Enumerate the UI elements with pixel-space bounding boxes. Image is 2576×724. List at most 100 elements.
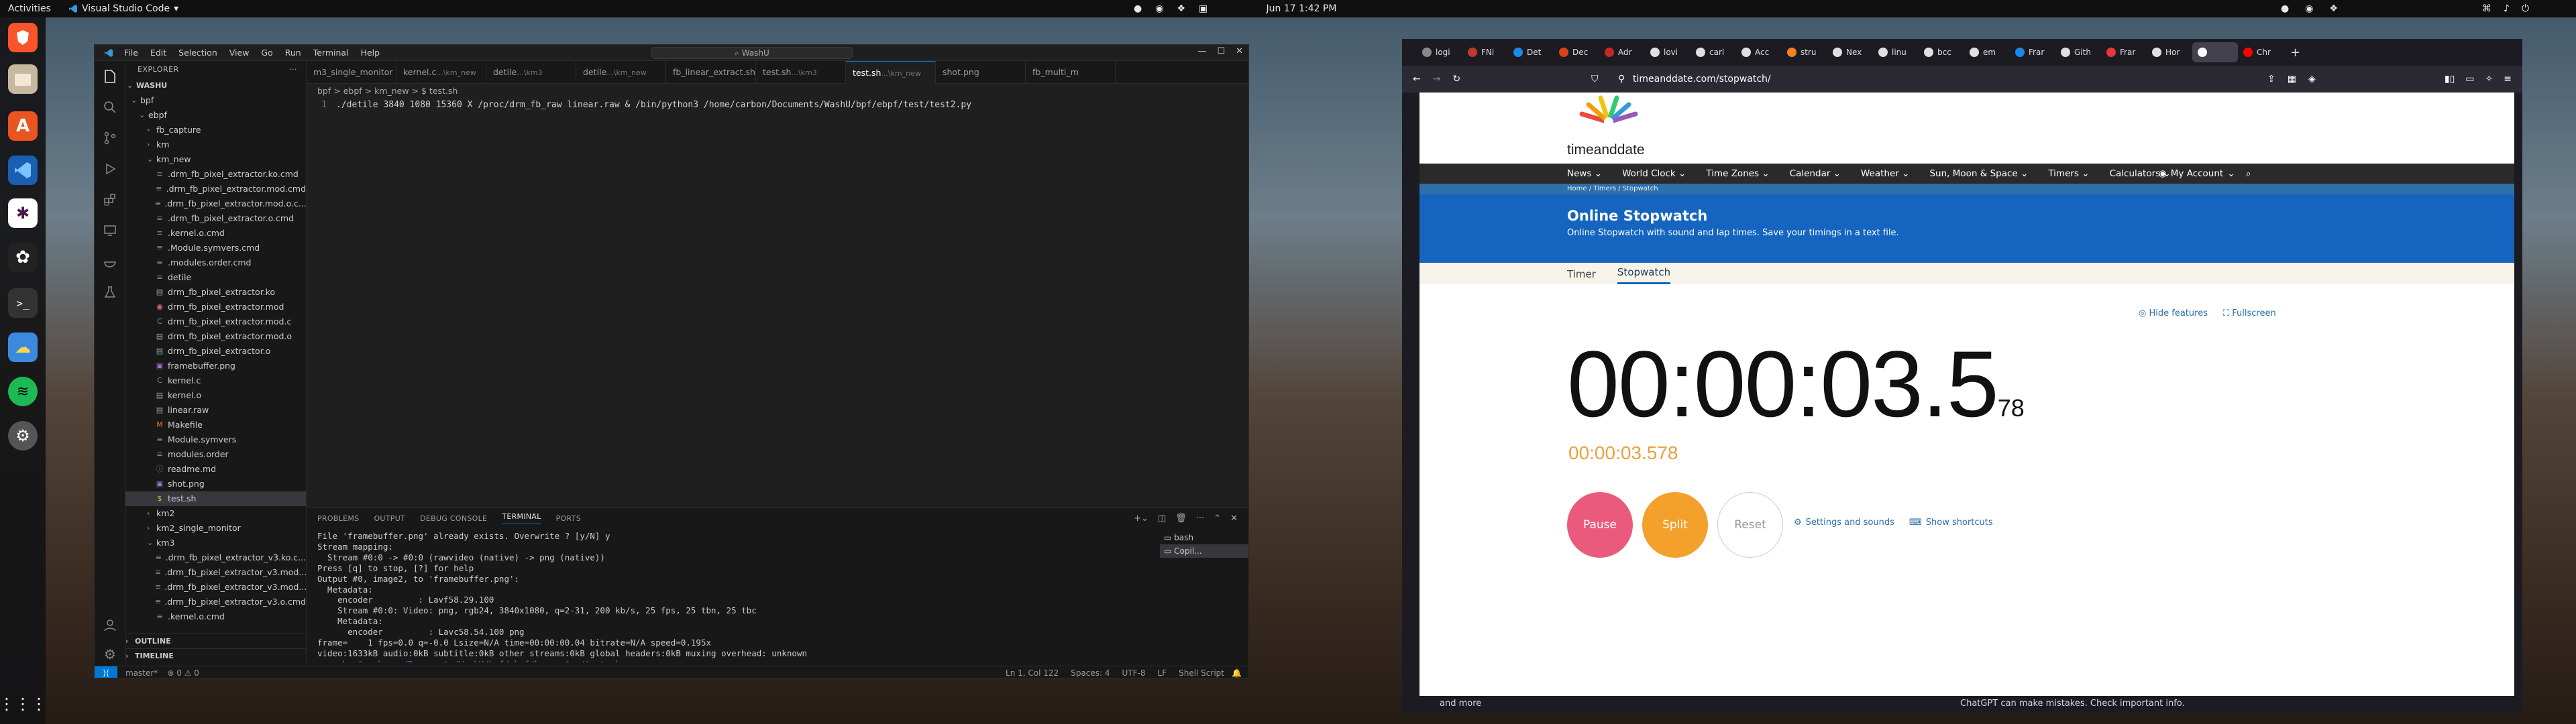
status-item[interactable]: Ln 1, Col 122 (1006, 668, 1059, 678)
file-item[interactable]: ≡ .drm_fb_pixel_extractor.mod.cmd (125, 182, 306, 196)
terminal-instance[interactable]: ▭ Copil... (1160, 544, 1248, 558)
remote-indicator-icon[interactable]: ⟩⟨ (95, 666, 117, 678)
hide-features-link[interactable]: ◎ Hide features (2139, 308, 2208, 318)
extension-icon[interactable]: ▦ (2288, 74, 2296, 84)
weather-icon[interactable]: ☁ (8, 333, 38, 362)
site-info-icon[interactable]: ⚲ (1618, 74, 1625, 84)
folder-item[interactable]: › km2 (125, 506, 306, 521)
browser-tab[interactable]: linu (1873, 42, 1919, 62)
site-nav-item[interactable]: News ⌄ (1567, 168, 1602, 179)
system-menu[interactable]: ⌘ ♪ ⏻ (2482, 3, 2529, 14)
timeanddate-logo[interactable] (1568, 95, 1649, 142)
folder-item[interactable]: ⌄ ebpf (125, 108, 306, 123)
file-item[interactable]: ≡ .drm_fb_pixel_extractor.o.cmd (125, 211, 306, 226)
workspace-root[interactable]: ⌄ WASHU (125, 78, 306, 93)
file-item[interactable]: ≡ .kernel.o.cmd (125, 609, 306, 624)
shield-icon[interactable]: ◉ (2305, 3, 2313, 14)
browser-tab[interactable]: FNi (1462, 42, 1508, 62)
reset-button[interactable]: Reset (1717, 492, 1783, 558)
file-item[interactable]: ≡ .drm_fb_pixel_extractor_v3.mod... (125, 580, 306, 595)
browser-tab[interactable]: carl (1690, 42, 1736, 62)
panel-tab-ports[interactable]: PORTS (556, 514, 581, 523)
site-nav-item[interactable]: Weather ⌄ (1861, 168, 1909, 179)
vscode-dock-icon[interactable] (8, 156, 38, 185)
browser-tab[interactable]: Dec (1554, 42, 1599, 62)
file-item[interactable]: ≡ .drm_fb_pixel_extractor_v3.o.cmd (125, 595, 306, 609)
menu-icon[interactable]: ≡ (2504, 74, 2512, 84)
folder-item[interactable]: › km2_single_monitor (125, 521, 306, 536)
close-panel-icon[interactable]: ✕ (1230, 514, 1238, 524)
shield-icon[interactable]: ◈ (2308, 74, 2316, 84)
trash-icon[interactable]: 🗑 (1175, 514, 1187, 524)
menu-view[interactable]: View (229, 48, 250, 58)
file-item[interactable]: ≡ detile (125, 270, 306, 285)
site-logo-text[interactable]: timeanddate (1567, 142, 1645, 158)
browser-tab[interactable]: Gith (2055, 42, 2101, 62)
file-item[interactable]: ▤ drm_fb_pixel_extractor.mod.o (125, 329, 306, 344)
editor-tab[interactable]: fb_linear_extract.sh (666, 61, 756, 84)
shield-icon[interactable]: ◉ (1155, 3, 1163, 14)
browser-tab[interactable]: Frar (2101, 42, 2147, 62)
folder-item[interactable]: ⌄ km3 (125, 536, 306, 550)
file-item[interactable]: ≡ .kernel.o.cmd (125, 226, 306, 241)
app-center-icon[interactable]: A (8, 111, 38, 141)
git-branch[interactable]: master* (125, 668, 158, 678)
indicator-icon[interactable]: ● (2281, 3, 2289, 14)
browser-tab[interactable]: bcc (1919, 42, 1964, 62)
slack-icon[interactable]: ✱ (8, 198, 38, 228)
share-icon[interactable]: ⇪ (2267, 74, 2275, 84)
editor-tab[interactable]: shot.png (936, 61, 1026, 84)
file-item[interactable]: ≡ .drm_fb_pixel_extractor_v3.mod... (125, 565, 306, 580)
menu-selection[interactable]: Selection (178, 48, 217, 58)
timeline-section[interactable]: › TIMELINE (125, 648, 306, 663)
file-item[interactable]: ▣ shot.png (125, 477, 306, 491)
more-actions-icon[interactable]: ··· (289, 61, 297, 78)
explorer-icon[interactable] (95, 61, 125, 92)
sidebar-icon[interactable]: ▮▯ (2445, 74, 2455, 84)
site-nav-item[interactable]: Time Zones ⌄ (1706, 168, 1769, 179)
file-item[interactable]: ≡ .modules.order.cmd (125, 255, 306, 270)
command-center-search[interactable]: ⌕ WashU (651, 47, 853, 59)
status-item[interactable]: Shell Script (1179, 668, 1224, 678)
clock[interactable]: Jun 17 1:42 PM (1261, 3, 1342, 14)
code-line[interactable]: ./detile 3840 1080 15360 X /proc/drm_fb_… (336, 100, 971, 110)
file-item[interactable]: $ test.sh (125, 491, 306, 506)
url-bar[interactable]: timeanddate.com/stopwatch/ (1633, 74, 1771, 84)
notifications-bell-icon[interactable]: 🔔 (1232, 668, 1242, 678)
chatgpt-icon[interactable]: ✿ (8, 243, 38, 272)
browser-tab[interactable]: Acc (1736, 42, 1782, 62)
terminal-instance[interactable]: ▭ bash (1160, 531, 1248, 544)
site-nav-item[interactable]: Sun, Moon & Space ⌄ (1929, 168, 2028, 179)
browser-tab[interactable]: Chr (2238, 42, 2284, 62)
app-menu[interactable]: Visual Studio Code ▾ (68, 3, 178, 14)
folder-item[interactable]: ⌄ bpf (125, 93, 306, 108)
tab-stopwatch[interactable]: Stopwatch (1617, 266, 1671, 284)
panel-tab-debug-console[interactable]: DEBUG CONSOLE (420, 514, 487, 523)
status-item[interactable]: Spaces: 4 (1071, 668, 1110, 678)
maximize-icon[interactable]: ☐ (1217, 46, 1225, 56)
file-item[interactable]: ▤ drm_fb_pixel_extractor.o (125, 344, 306, 359)
panel-tab-problems[interactable]: PROBLEMS (317, 514, 359, 523)
testing-icon[interactable] (95, 277, 125, 308)
browser-tab[interactable] (2192, 42, 2238, 62)
dropbox-icon[interactable]: ❖ (1177, 3, 1185, 14)
file-item[interactable]: ▣ framebuffer.png (125, 359, 306, 373)
split-button[interactable]: Split (1642, 492, 1708, 558)
site-nav-item[interactable]: Calendar ⌄ (1790, 168, 1841, 179)
menu-go[interactable]: Go (261, 48, 272, 58)
docker-icon[interactable] (95, 246, 125, 277)
remote-explorer-icon[interactable] (95, 215, 125, 246)
browser-tab[interactable]: Hor (2147, 42, 2192, 62)
ai-icon[interactable]: ✧ (2485, 74, 2493, 84)
browser-tab[interactable]: Det (1508, 42, 1554, 62)
search-icon[interactable] (95, 92, 125, 123)
file-item[interactable]: ≡ .drm_fb_pixel_extractor.mod.o.c... (125, 196, 306, 211)
browser-tab[interactable]: lovi (1645, 42, 1690, 62)
bookmark-icon[interactable]: ⛉ (1591, 74, 1599, 84)
file-item[interactable]: ▤ kernel.o (125, 388, 306, 403)
file-item[interactable]: ≡ Module.symvers (125, 432, 306, 447)
brave-icon[interactable] (8, 23, 38, 52)
menu-edit[interactable]: Edit (150, 48, 166, 58)
show-apps-icon[interactable]: ⋮⋮⋮ (0, 689, 47, 719)
outline-section[interactable]: › OUTLINE (125, 634, 306, 648)
